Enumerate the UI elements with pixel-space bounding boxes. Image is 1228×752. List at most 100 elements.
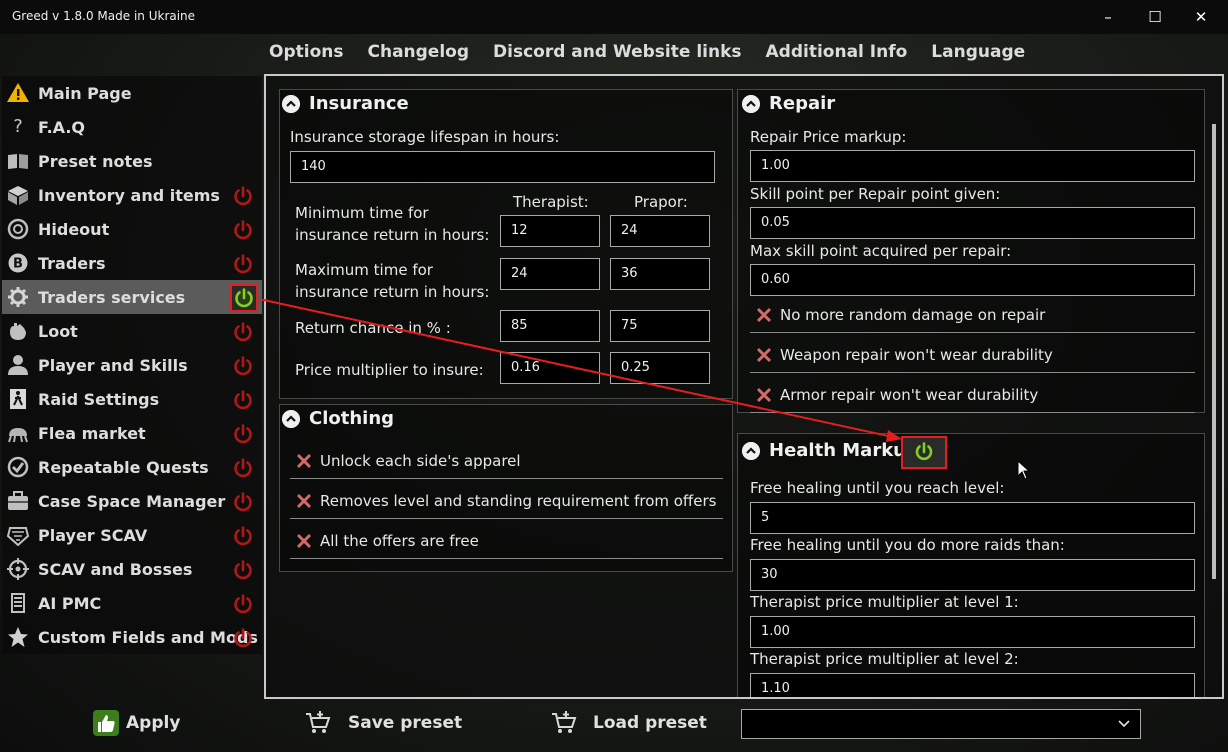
- sidebar-item-label: Traders services: [38, 288, 186, 307]
- sidebar-item-raid-settings[interactable]: Raid Settings: [2, 382, 262, 416]
- maximize-button[interactable]: ☐: [1140, 5, 1170, 29]
- return-prapor-field[interactable]: 75: [610, 310, 710, 342]
- level1-multiplier-field[interactable]: 1.00: [750, 616, 1195, 648]
- storage-lifespan-field[interactable]: 140: [290, 151, 715, 183]
- sidebar-item-scav-bosses[interactable]: SCAV and Bosses: [2, 552, 262, 586]
- sidebar-item-player-scav[interactable]: Player SCAV: [2, 518, 262, 552]
- return-therapist-field[interactable]: 85: [500, 310, 600, 342]
- sidebar-item-repeatable-quests[interactable]: Repeatable Quests: [2, 450, 262, 484]
- insurance-panel: Insurance Insurance storage lifespan in …: [279, 89, 733, 399]
- checkbox-label: Armor repair won't wear durability: [780, 386, 1039, 404]
- nav-discord-links[interactable]: Discord and Website links: [493, 42, 742, 62]
- close-button[interactable]: ✕: [1186, 5, 1216, 29]
- nav-language[interactable]: Language: [931, 42, 1025, 62]
- sidebar-item-label: Preset notes: [38, 152, 153, 171]
- weapon-durability-checkbox[interactable]: Weapon repair won't wear durability: [750, 343, 1195, 373]
- health-power-on-icon[interactable]: [901, 436, 947, 469]
- sidebar-item-label: Traders: [38, 254, 106, 273]
- power-off-icon[interactable]: [232, 423, 254, 445]
- sidebar-item-label: Loot: [38, 322, 78, 341]
- power-off-icon[interactable]: [232, 219, 254, 241]
- power-off-icon[interactable]: [232, 389, 254, 411]
- power-off-icon[interactable]: [232, 491, 254, 513]
- hideout-icon: [7, 218, 29, 240]
- collapse-icon[interactable]: [282, 410, 300, 428]
- preset-dropdown[interactable]: [741, 709, 1141, 739]
- price-therapist-field[interactable]: 0.16: [500, 352, 600, 384]
- checkbox-label: Unlock each side's apparel: [320, 452, 521, 470]
- sidebar-item-loot[interactable]: Loot: [2, 314, 262, 348]
- sidebar-item-player-skills[interactable]: Player and Skills: [2, 348, 262, 382]
- sidebar-item-ai-pmc[interactable]: AI PMC: [2, 586, 262, 620]
- sidebar-item-label: Repeatable Quests: [38, 458, 209, 477]
- price-multiplier-label: Price multiplier to insure:: [295, 361, 484, 379]
- sidebar-item-traders-services[interactable]: Traders services: [2, 280, 262, 314]
- power-off-icon[interactable]: [232, 457, 254, 479]
- level2-multiplier-field[interactable]: 1.10: [750, 673, 1195, 697]
- free-raids-field[interactable]: 30: [750, 559, 1195, 591]
- storage-label: Insurance storage lifespan in hours:: [290, 128, 560, 146]
- unlock-apparel-checkbox[interactable]: Unlock each side's apparel: [290, 449, 723, 479]
- collapse-icon[interactable]: [742, 95, 760, 113]
- nav-changelog[interactable]: Changelog: [367, 42, 469, 62]
- power-off-icon[interactable]: [232, 321, 254, 343]
- power-off-icon[interactable]: [232, 525, 254, 547]
- sidebar-item-inventory[interactable]: Inventory and items: [2, 178, 262, 212]
- sidebar-item-main-page[interactable]: Main Page: [2, 76, 262, 110]
- max-time-therapist-field[interactable]: 24: [500, 258, 600, 290]
- sidebar-item-label: Flea market: [38, 424, 146, 443]
- min-time-therapist-field[interactable]: 12: [500, 215, 600, 247]
- therapist-column-label: Therapist:: [513, 193, 589, 211]
- thumbs-up-icon: [93, 710, 119, 736]
- remove-requirements-checkbox[interactable]: Removes level and standing requirement f…: [290, 489, 723, 519]
- sidebar-item-flea-market[interactable]: Flea market: [2, 416, 262, 450]
- power-on-icon[interactable]: [230, 284, 258, 312]
- mouse-cursor-icon: [1017, 460, 1031, 480]
- sidebar-item-case-space[interactable]: Case Space Manager: [2, 484, 262, 518]
- power-off-icon[interactable]: [232, 185, 254, 207]
- box-icon: [8, 186, 28, 205]
- power-off-icon[interactable]: [232, 559, 254, 581]
- free-level-label: Free healing until you reach level:: [750, 479, 1005, 497]
- nav-options[interactable]: Options: [269, 42, 343, 62]
- no-random-damage-checkbox[interactable]: No more random damage on repair: [750, 303, 1195, 333]
- armor-durability-checkbox[interactable]: Armor repair won't wear durability: [750, 383, 1195, 413]
- collapse-icon[interactable]: [282, 95, 300, 113]
- load-preset-label: Load preset: [593, 713, 707, 733]
- offers-free-checkbox[interactable]: All the offers are free: [290, 529, 723, 559]
- power-off-icon[interactable]: [232, 593, 254, 615]
- load-preset-button[interactable]: Load preset: [551, 709, 711, 739]
- nav-additional-info[interactable]: Additional Info: [766, 42, 908, 62]
- sidebar-item-traders[interactable]: B Traders: [2, 246, 262, 280]
- x-mark-icon: [756, 307, 772, 323]
- skill-point-field[interactable]: 0.05: [750, 207, 1195, 239]
- minimize-button[interactable]: –: [1093, 5, 1123, 29]
- clothing-title: Clothing: [309, 408, 395, 429]
- sidebar-item-label: Hideout: [38, 220, 110, 239]
- collapse-icon[interactable]: [742, 442, 760, 460]
- sidebar-item-faq[interactable]: ? F.A.Q: [2, 110, 262, 144]
- sidebar-item-preset-notes[interactable]: Preset notes: [2, 144, 262, 178]
- min-time-prapor-field[interactable]: 24: [610, 215, 710, 247]
- save-preset-button[interactable]: Save preset: [305, 709, 465, 739]
- power-off-icon[interactable]: [232, 253, 254, 275]
- price-prapor-field[interactable]: 0.25: [610, 352, 710, 384]
- sidebar-item-hideout[interactable]: Hideout: [2, 212, 262, 246]
- gear-icon: [8, 287, 28, 307]
- hand-icon: [10, 323, 26, 340]
- free-level-field[interactable]: 5: [750, 502, 1195, 534]
- briefcase-icon: [8, 491, 28, 510]
- power-off-icon[interactable]: [232, 627, 254, 649]
- sidebar-item-custom-fields[interactable]: Custom Fields and Mods: [2, 620, 262, 654]
- sidebar-item-label: SCAV and Bosses: [38, 560, 193, 579]
- pmc-icon: [11, 593, 25, 613]
- scrollbar[interactable]: [1212, 124, 1216, 579]
- max-time-prapor-field[interactable]: 36: [610, 258, 710, 290]
- scav-icon: [6, 527, 30, 546]
- power-off-icon[interactable]: [232, 355, 254, 377]
- repair-markup-field[interactable]: 1.00: [750, 150, 1195, 182]
- apply-button[interactable]: Apply: [92, 709, 192, 739]
- free-raids-label: Free healing until you do more raids tha…: [750, 536, 1065, 554]
- sidebar-item-label: Case Space Manager: [38, 492, 226, 511]
- max-skill-field[interactable]: 0.60: [750, 264, 1195, 296]
